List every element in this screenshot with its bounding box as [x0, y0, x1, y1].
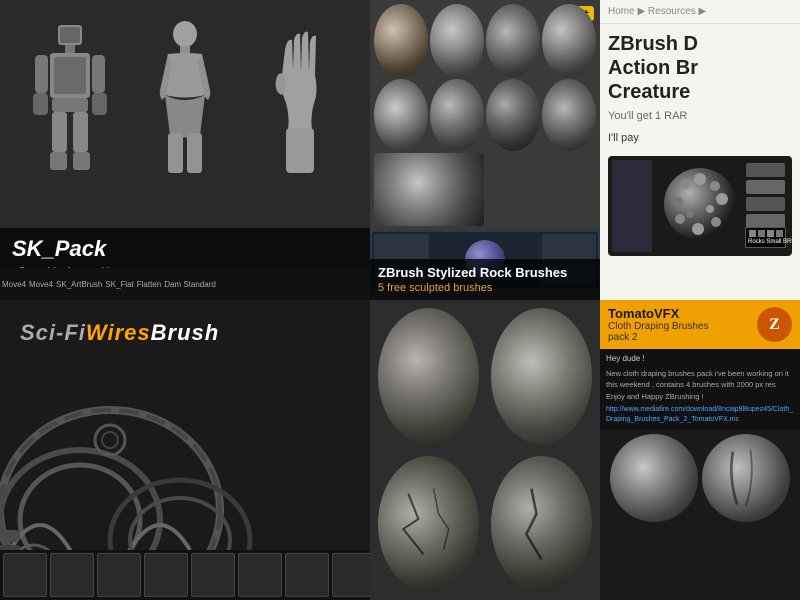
- female-figure: [150, 20, 220, 180]
- rar-info: You'll get 1 RAR: [600, 108, 800, 124]
- tool-label-4: SK_Flat: [105, 280, 133, 289]
- tomato-body: New cloth draping brushes pack i've been…: [606, 368, 794, 402]
- rock-subtitle: 5 free sculpted brushes: [378, 282, 592, 294]
- mini-sq-4: [776, 230, 783, 237]
- mini-squares-row: [748, 230, 783, 237]
- rocks-small-brush-label: Rocks Small BRUSH: [748, 239, 783, 245]
- cell-rock-brushes: $0+ ZBrush Stylized Rock Brushes: [370, 0, 600, 300]
- tomato-product: Cloth Draping Brushes: [608, 321, 709, 332]
- title-line2: Action Br: [608, 57, 698, 79]
- spiky-sphere-svg: [660, 164, 740, 244]
- sk-pack-figures: [0, 0, 370, 200]
- rock-sphere-8: [542, 79, 596, 152]
- cell-scifi: Sci-FiWiresBrush: [0, 300, 370, 600]
- scifi-tool-8: [332, 553, 370, 597]
- tool-label-3: SK_ArtBrush: [56, 280, 102, 289]
- brush-thumb-2: [746, 180, 785, 194]
- brush-thumb-1: [746, 163, 785, 177]
- tomato-download-link[interactable]: http://www.mediafire.com/download/8nciap…: [606, 405, 794, 426]
- tomato-pack: pack 2: [608, 332, 709, 343]
- tool-label-2: Move4: [29, 280, 53, 289]
- scifi-tool-strip: [0, 550, 370, 600]
- scifi-tool-4: [144, 553, 188, 597]
- cloth-sphere-1: [610, 434, 698, 522]
- tool-row: Move4 Move4 SK_ArtBrush SK_Flat Flatten …: [0, 268, 370, 300]
- brush-thumb-4: [746, 214, 785, 228]
- side-panel-left: [612, 160, 652, 252]
- side-panel-right: Rocks Small BRUSH: [743, 160, 788, 252]
- product-title: ZBrush D Action Br Creature: [600, 24, 800, 108]
- rock-sphere-5: [374, 79, 428, 152]
- scifi-tool-7: [285, 553, 329, 597]
- cell-sk-pack: SK_Pack Base Mesh Brush Macro UI Move4 M…: [0, 0, 370, 300]
- tomato-header: TomatoVFX Cloth Draping Brushes pack 2 Z: [600, 300, 800, 349]
- robot-figure: [30, 20, 110, 180]
- spiky-sphere-container: [660, 164, 740, 249]
- rock-sphere-1: [374, 4, 428, 77]
- rocks-label-box: Rocks Small BRUSH: [745, 227, 786, 248]
- sphere-preview-box: Rocks Small BRUSH: [608, 156, 792, 256]
- tomato-text-block: TomatoVFX Cloth Draping Brushes pack 2: [608, 306, 709, 343]
- pay-label: I'll pay: [600, 124, 800, 148]
- cell-zbrush-detail: Home ▶ Resources ▶ ZBrush D Action Br Cr…: [600, 0, 800, 300]
- tomato-greeting: Hey dude !: [606, 353, 794, 365]
- rock-spheres-grid: [370, 0, 600, 230]
- mini-sq-3: [767, 230, 774, 237]
- tool-labels: Move4 Move4 SK_ArtBrush SK_Flat Flatten …: [2, 270, 216, 298]
- breadcrumb: Home ▶ Resources ▶: [600, 0, 800, 24]
- cell-tomato: TomatoVFX Cloth Draping Brushes pack 2 Z…: [600, 300, 800, 600]
- scifi-text-fi: Fi: [64, 320, 86, 345]
- bottom-sphere-3: [378, 456, 479, 592]
- crack-svg-1: [378, 456, 479, 592]
- scifi-tool-6: [238, 553, 282, 597]
- scifi-title: Sci-FiWiresBrush: [20, 320, 219, 346]
- title-line3: Creature: [608, 81, 690, 103]
- scifi-tool-1: [3, 553, 47, 597]
- scifi-text-wires: Wires: [86, 320, 151, 345]
- scifi-tool-5: [191, 553, 235, 597]
- scifi-tool-2: [50, 553, 94, 597]
- rock-sphere-wide: [374, 153, 484, 226]
- cloth-sphere-2: [702, 434, 790, 522]
- bottom-sphere-2: [491, 308, 592, 444]
- mini-sq-2: [758, 230, 765, 237]
- tool-label-1: Move4: [2, 280, 26, 289]
- tool-label-5: Flatten: [137, 280, 161, 289]
- cell-rock-spheres2: [370, 300, 600, 600]
- scifi-text-brush: Brush: [151, 320, 220, 345]
- rock-spheres2-grid: [370, 300, 600, 600]
- bottom-sphere-4: [491, 456, 592, 592]
- main-grid: SK_Pack Base Mesh Brush Macro UI Move4 M…: [0, 0, 800, 600]
- cloth-lines-svg: [702, 434, 790, 522]
- scifi-tool-3: [97, 553, 141, 597]
- tomato-z-icon: Z: [757, 307, 792, 342]
- brush-thumb-3: [746, 197, 785, 211]
- tomato-sphere-section: [600, 430, 800, 526]
- hand-figure: [260, 20, 340, 180]
- sk-pack-title: SK_Pack: [12, 236, 358, 262]
- tomato-brand: TomatoVFX: [608, 306, 709, 321]
- rock-overlay: ZBrush Stylized Rock Brushes 5 free scul…: [370, 259, 600, 300]
- breadcrumb-text: Home ▶ Resources ▶: [608, 6, 706, 17]
- mini-sq-1: [749, 230, 756, 237]
- bottom-sphere-1: [378, 308, 479, 444]
- tomato-content: Hey dude ! New cloth draping brushes pac…: [600, 349, 800, 430]
- title-line1: ZBrush D: [608, 33, 698, 55]
- scifi-text-sci: Sci-: [20, 320, 64, 345]
- rock-sphere-3: [486, 4, 540, 77]
- rock-sphere-2: [430, 4, 484, 77]
- rock-sphere-6: [430, 79, 484, 152]
- rock-sphere-7: [486, 79, 540, 152]
- rock-title: ZBrush Stylized Rock Brushes: [378, 265, 592, 280]
- tool-label-6: Dam Standard: [164, 280, 216, 289]
- rock-sphere-4: [542, 4, 596, 77]
- tomato-z-letter: Z: [769, 316, 780, 334]
- crack-svg-2: [491, 456, 592, 592]
